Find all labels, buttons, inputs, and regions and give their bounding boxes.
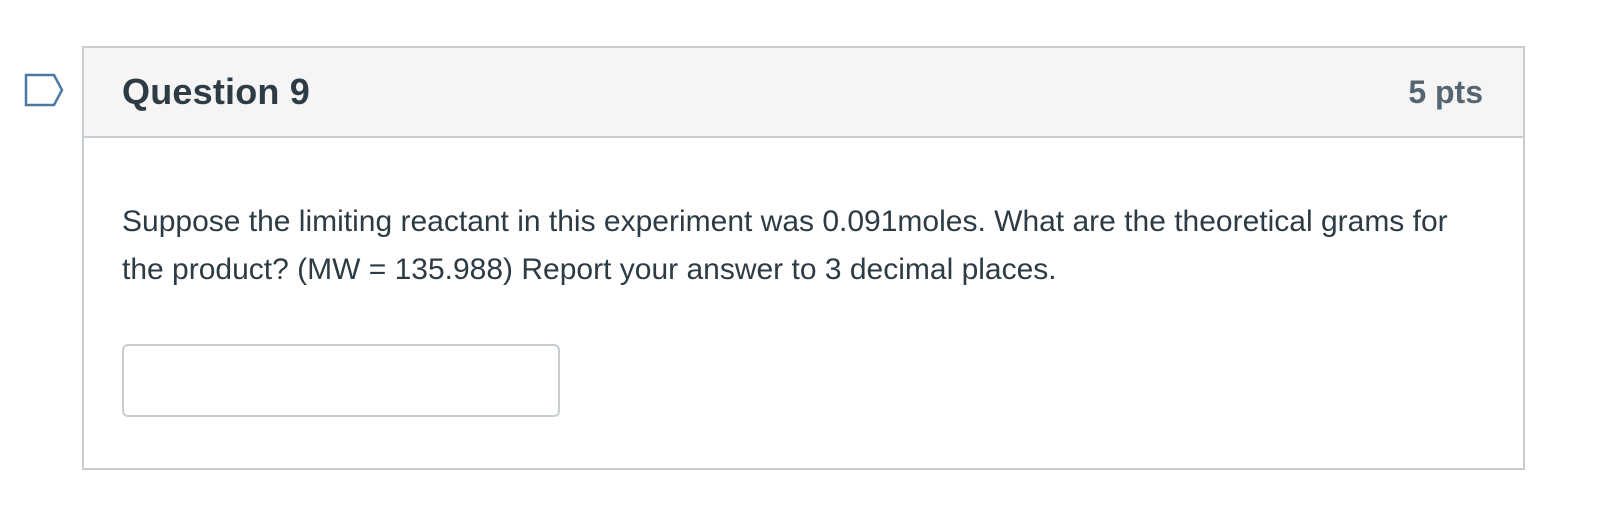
- flag-question-icon[interactable]: [24, 73, 64, 107]
- question-header: Question 9 5 pts: [84, 48, 1523, 138]
- question-points: 5 pts: [1408, 73, 1483, 110]
- question-text: Suppose the limiting reactant in this ex…: [122, 205, 1448, 286]
- bookmark-flag-icon: [24, 73, 64, 107]
- question-body: Suppose the limiting reactant in this ex…: [84, 138, 1523, 417]
- question-title: Question 9: [122, 71, 311, 112]
- question-card: Question 9 5 pts Suppose the limiting re…: [82, 46, 1525, 470]
- answer-input[interactable]: [122, 344, 560, 417]
- quiz-page: Question 9 5 pts Suppose the limiting re…: [0, 0, 1598, 528]
